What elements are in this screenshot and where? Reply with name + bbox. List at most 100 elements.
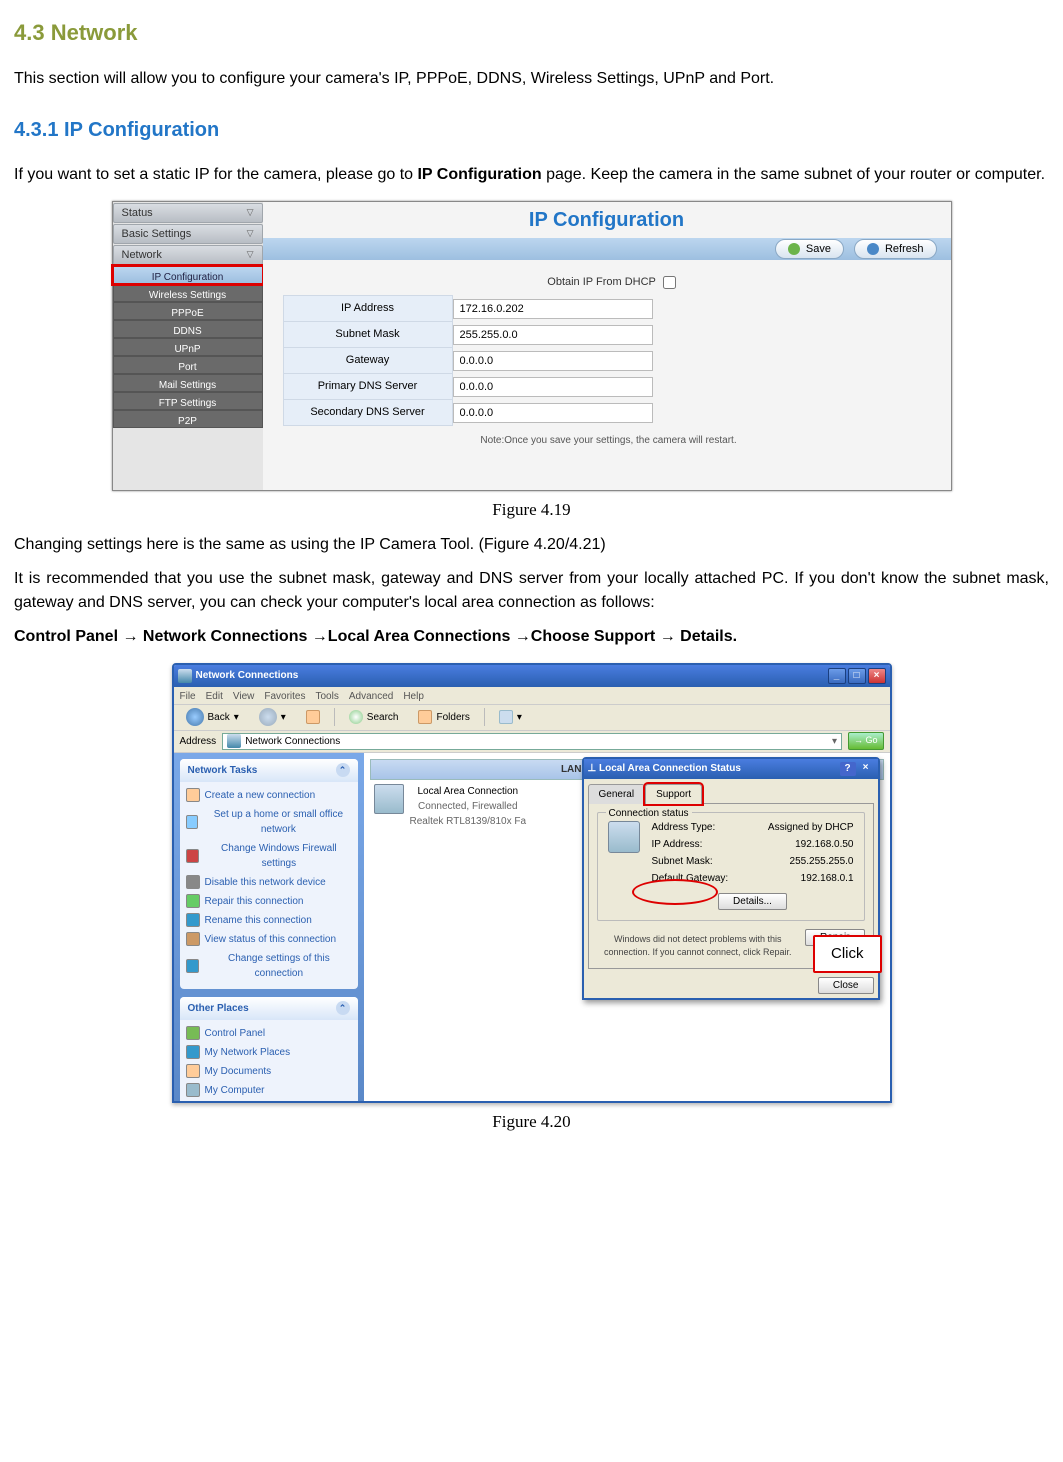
chevron-down-icon: ▽ xyxy=(247,227,254,241)
subsection-heading: 4.3.1 IP Configuration xyxy=(14,115,1049,145)
address-bar: Address Network Connections ▾ → Go xyxy=(174,731,890,753)
task-icon xyxy=(186,894,200,908)
dialog-close-button[interactable]: × xyxy=(858,762,874,776)
details-button[interactable]: Details... xyxy=(718,893,787,910)
other-places-header[interactable]: Other Places ⌃ xyxy=(180,997,358,1020)
task-link[interactable]: Change settings of this connection xyxy=(186,949,354,983)
up-icon xyxy=(306,710,320,724)
task-icon xyxy=(186,875,200,889)
minimize-button[interactable]: _ xyxy=(828,668,846,684)
connection-text: Local Area Connection Connected, Firewal… xyxy=(410,784,527,829)
place-link[interactable]: My Network Places xyxy=(186,1043,354,1062)
menu-item[interactable]: Advanced xyxy=(349,689,393,702)
help-button[interactable]: ? xyxy=(840,762,856,776)
form-row: Subnet Mask xyxy=(283,323,931,347)
sidebar-subitem[interactable]: DDNS xyxy=(113,320,263,338)
figure-420: Network Connections _ □ × FileEditViewFa… xyxy=(14,663,1049,1135)
sidebar-subitem[interactable]: Mail Settings xyxy=(113,374,263,392)
sidebar-subitem[interactable]: IP Configuration xyxy=(113,266,263,284)
place-icon xyxy=(186,1083,200,1097)
views-button[interactable]: ▾ xyxy=(493,708,528,727)
section-heading: 4.3 Network xyxy=(14,16,1049,49)
place-link[interactable]: My Computer xyxy=(186,1081,354,1100)
sidebar-item[interactable]: Basic Settings▽ xyxy=(113,224,263,244)
sidebar-subitem[interactable]: FTP Settings xyxy=(113,392,263,410)
sidebar-subitem[interactable]: P2P xyxy=(113,410,263,428)
text-b: page. Keep the camera in the same subnet… xyxy=(542,166,1045,183)
status-key: IP Address: xyxy=(652,837,703,852)
address-box[interactable]: Network Connections ▾ xyxy=(222,733,842,750)
task-link[interactable]: Disable this network device xyxy=(186,873,354,892)
menu-item[interactable]: File xyxy=(180,689,196,702)
form-note: Note:Once you save your settings, the ca… xyxy=(287,433,931,448)
task-link[interactable]: Set up a home or small office network xyxy=(186,805,354,839)
dhcp-checkbox[interactable] xyxy=(663,276,676,289)
sidebar-subitem[interactable]: UPnP xyxy=(113,338,263,356)
network-tasks-header[interactable]: Network Tasks⌃ xyxy=(180,759,358,782)
panel2-title: Other Places xyxy=(188,1001,249,1016)
sidebar-subitem[interactable]: PPPoE xyxy=(113,302,263,320)
views-icon xyxy=(499,710,513,724)
field-label: Secondary DNS Server xyxy=(283,399,453,426)
task-link[interactable]: View status of this connection xyxy=(186,930,354,949)
place-link[interactable]: Control Panel xyxy=(186,1024,354,1043)
forward-button[interactable]: ▾ xyxy=(253,706,292,728)
task-icon xyxy=(186,959,200,973)
close-button[interactable]: × xyxy=(868,668,886,684)
field-input[interactable] xyxy=(453,325,653,345)
sidebar-subitem[interactable]: Port xyxy=(113,356,263,374)
search-label: Search xyxy=(367,710,399,725)
save-button[interactable]: Save xyxy=(775,239,844,260)
main-panel: IP Configuration Save Refresh Obtain IP … xyxy=(263,202,951,490)
save-label: Save xyxy=(806,241,831,258)
field-input[interactable] xyxy=(453,351,653,371)
field-input[interactable] xyxy=(453,403,653,423)
place-link[interactable]: My Documents xyxy=(186,1062,354,1081)
menu-item[interactable]: Favorites xyxy=(264,689,305,702)
refresh-button[interactable]: Refresh xyxy=(854,239,937,260)
panel1-title: Network Tasks xyxy=(188,763,258,778)
go-button[interactable]: → Go xyxy=(848,732,884,750)
menu-item[interactable]: Edit xyxy=(206,689,223,702)
up-button[interactable] xyxy=(300,708,326,726)
collapse-icon: ⌃ xyxy=(336,1001,350,1015)
back-icon xyxy=(186,708,204,726)
xp-window: Network Connections _ □ × FileEditViewFa… xyxy=(172,663,892,1103)
close-button[interactable]: Close xyxy=(818,977,874,994)
form-row: Gateway xyxy=(283,349,931,373)
page-title: IP Configuration xyxy=(263,202,951,238)
field-input[interactable] xyxy=(453,299,653,319)
back-button[interactable]: Back ▾ xyxy=(180,706,245,728)
field-label: Primary DNS Server xyxy=(283,373,453,400)
task-link[interactable]: Repair this connection xyxy=(186,892,354,911)
sidebar-item[interactable]: Network▽ xyxy=(113,245,263,265)
sidebar-subitem[interactable]: Wireless Settings xyxy=(113,284,263,302)
field-input[interactable] xyxy=(453,377,653,397)
dialog-footer: Close xyxy=(584,973,878,998)
status-row: Subnet Mask:255.255.255.0 xyxy=(650,853,856,870)
tab-support[interactable]: Support xyxy=(645,784,702,804)
task-icon xyxy=(186,788,200,802)
task-link[interactable]: Change Windows Firewall settings xyxy=(186,839,354,873)
task-link[interactable]: Rename this connection xyxy=(186,911,354,930)
menu-item[interactable]: Help xyxy=(403,689,424,702)
sidebar-item[interactable]: Status▽ xyxy=(113,203,263,223)
search-icon xyxy=(349,710,363,724)
folders-button[interactable]: Folders xyxy=(412,708,475,727)
menu-item[interactable]: View xyxy=(233,689,255,702)
xp-body: Network Tasks⌃ Create a new connectionSe… xyxy=(174,753,890,1103)
tab-general[interactable]: General xyxy=(588,784,646,804)
chevron-down-icon: ▽ xyxy=(247,248,254,262)
chevron-down-icon: ▽ xyxy=(247,206,254,220)
figure-419: Status▽Basic Settings▽Network▽IP Configu… xyxy=(14,201,1049,523)
search-button[interactable]: Search xyxy=(343,708,405,727)
maximize-button[interactable]: □ xyxy=(848,668,866,684)
status-key: Address Type: xyxy=(652,820,716,835)
field-label: Subnet Mask xyxy=(283,321,453,348)
address-dropdown-icon[interactable]: ▾ xyxy=(832,734,837,749)
task-link[interactable]: Create a new connection xyxy=(186,786,354,805)
task-icon xyxy=(186,815,199,829)
folders-icon xyxy=(418,710,432,724)
menu-item[interactable]: Tools xyxy=(315,689,338,702)
subsection-intro: If you want to set a static IP for the c… xyxy=(14,163,1049,187)
